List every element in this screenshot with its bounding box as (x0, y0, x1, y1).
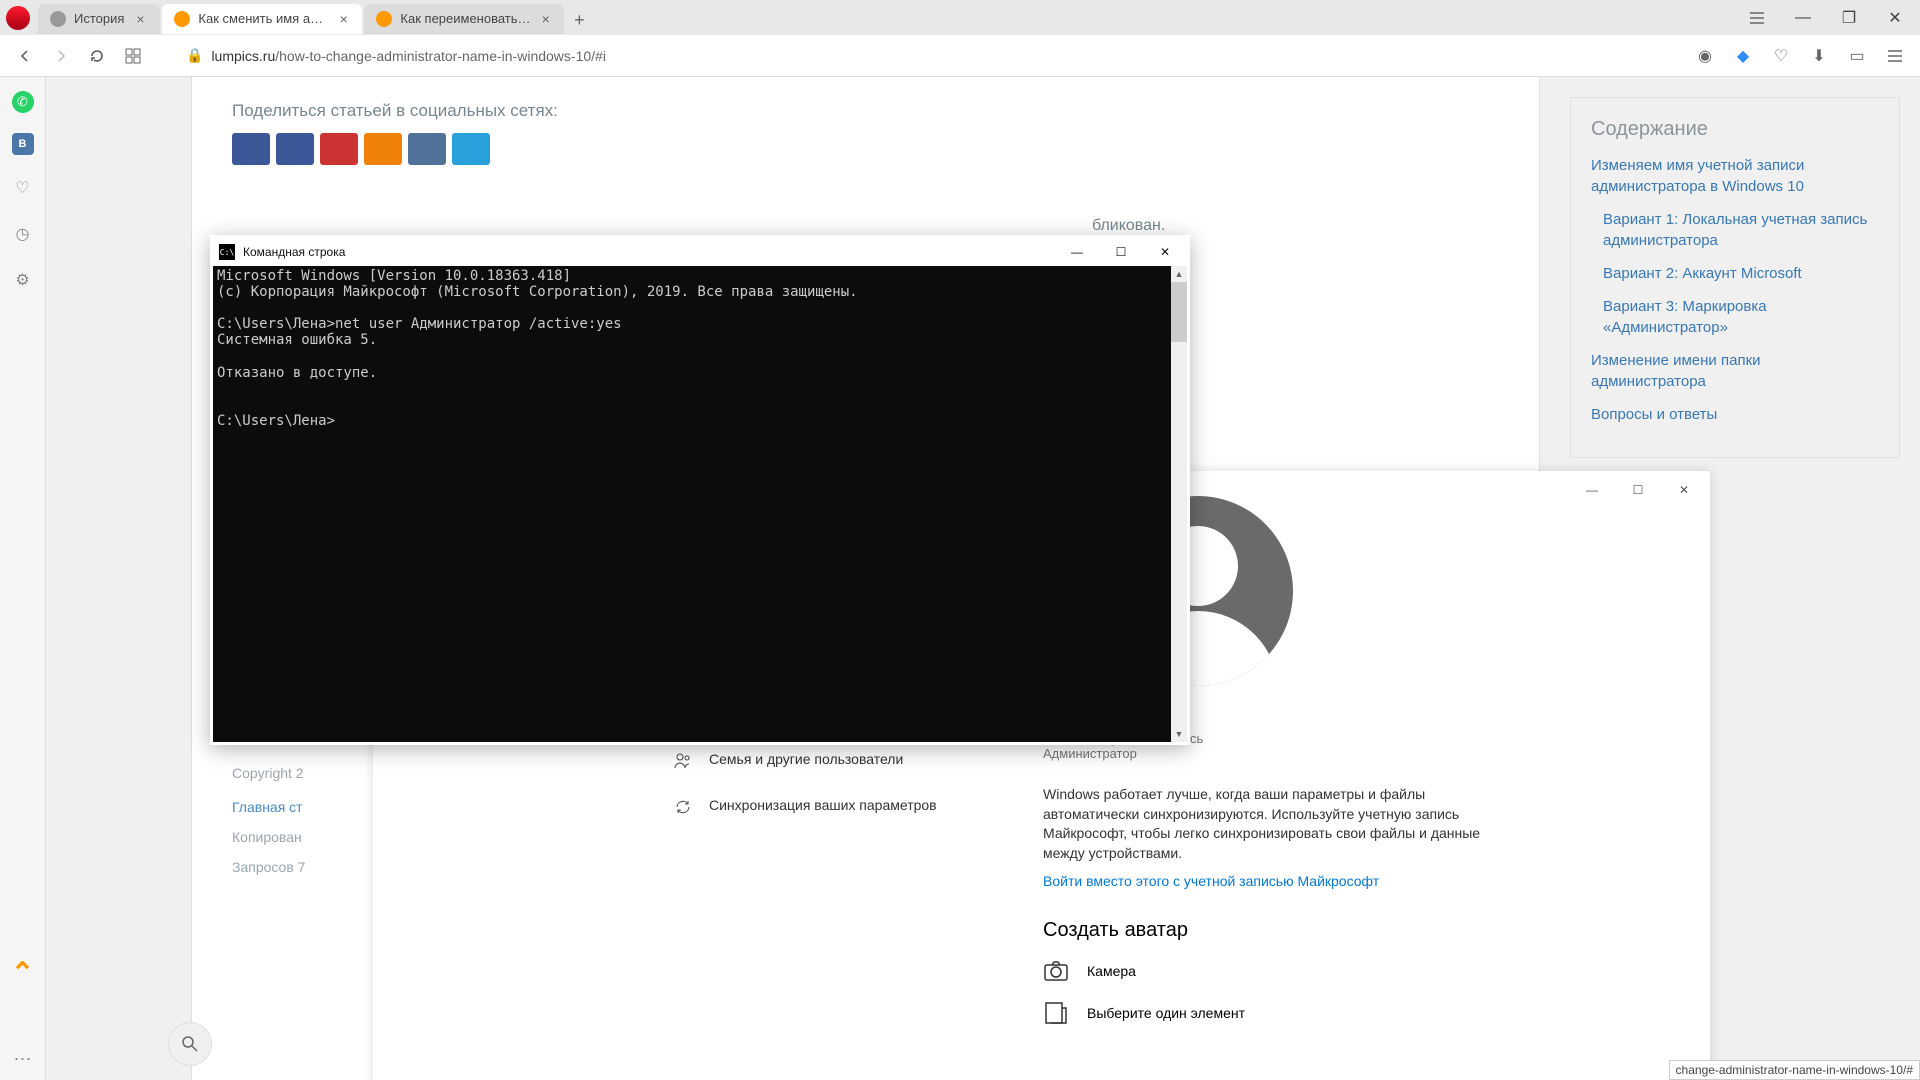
close-icon[interactable]: × (132, 11, 148, 27)
people-icon (673, 751, 693, 771)
download-icon[interactable]: ⬇ (1806, 43, 1832, 69)
scroll-down-icon[interactable]: ▼ (1171, 726, 1187, 742)
heart-icon[interactable]: ♡ (10, 175, 36, 201)
copyright-text: Copyright 2 (232, 765, 304, 781)
more-icon[interactable]: ⋯ (14, 1049, 32, 1070)
cmd-window: C:\ Командная строка — ☐ ✕ Microsoft Win… (210, 235, 1190, 745)
scroll-up-icon[interactable]: ▲ (1171, 266, 1187, 282)
ms-signin-link[interactable]: Войти вместо этого с учетной записью Май… (1043, 873, 1670, 889)
tab-label: История (74, 11, 124, 26)
gear-icon[interactable]: ⚙ (10, 267, 36, 293)
close-icon[interactable]: × (337, 11, 350, 27)
share-heading: Поделиться статьей в социальных сетях: (232, 101, 1499, 121)
toc-title: Содержание (1591, 118, 1879, 141)
easy-setup-icon[interactable] (1738, 3, 1776, 33)
maximize-icon[interactable]: ☐ (1099, 238, 1143, 266)
scroll-thumb[interactable] (1171, 282, 1187, 342)
close-icon[interactable]: × (539, 11, 553, 27)
share-red[interactable] (320, 133, 358, 165)
share-ok[interactable] (364, 133, 402, 165)
camera-icon (1043, 958, 1069, 984)
nav-family[interactable]: Семья и другие пользователи (673, 751, 983, 771)
opera-logo-icon[interactable] (6, 6, 30, 30)
close-icon[interactable]: ✕ (1876, 3, 1914, 33)
cmd-icon: C:\ (219, 244, 235, 260)
speed-dial-icon[interactable] (120, 43, 146, 69)
share-tg[interactable] (452, 133, 490, 165)
nav-sync[interactable]: Синхронизация ваших параметров (673, 797, 983, 817)
avatar-camera-row[interactable]: Камера (1043, 958, 1670, 984)
tab-history[interactable]: История × (38, 4, 160, 34)
toc-link[interactable]: Изменение имени папки администратора (1591, 350, 1879, 392)
address-bar: 🔒 lumpics.ru/how-to-change-administrator… (0, 35, 1920, 77)
url-input[interactable]: 🔒 lumpics.ru/how-to-change-administrator… (186, 47, 1682, 64)
status-bar-url: change-administrator-name-in-windows-10/… (1669, 1060, 1920, 1080)
toc-panel: Содержание Изменяем имя учетной записи а… (1570, 97, 1900, 458)
whatsapp-icon[interactable]: ✆ (12, 91, 34, 113)
browser-tabstrip: История × Как сменить имя админис × Как … (0, 0, 1920, 35)
tab-label: Как переименовать папку (400, 11, 530, 26)
minimize-icon[interactable]: — (1784, 3, 1822, 33)
cmd-titlebar[interactable]: C:\ Командная строка — ☐ ✕ (213, 238, 1187, 266)
lock-icon: 🔒 (186, 47, 203, 64)
history-icon[interactable]: ◷ (10, 221, 36, 247)
sync-icon (673, 797, 693, 817)
battery-icon[interactable]: ▭ (1844, 43, 1870, 69)
minimize-icon[interactable]: — (1055, 238, 1099, 266)
tab-rename-folder[interactable]: Как переименовать папку × (364, 4, 564, 34)
tab-change-admin[interactable]: Как сменить имя админис × (162, 4, 362, 34)
vk-icon[interactable]: B (12, 133, 34, 155)
close-icon[interactable]: ✕ (1143, 238, 1187, 266)
tab-label: Как сменить имя админис (198, 11, 329, 26)
snapshot-icon[interactable]: ◉ (1692, 43, 1718, 69)
create-avatar-title: Создать аватар (1043, 919, 1670, 942)
browse-icon (1043, 1000, 1069, 1026)
avatar-browse-row[interactable]: Выберите один элемент (1043, 1000, 1670, 1026)
reload-button[interactable] (84, 43, 110, 69)
page-content: Поделиться статьей в социальных сетях: б… (46, 77, 1920, 1080)
shield-icon[interactable]: ◆ (1730, 43, 1756, 69)
toc-link[interactable]: Вопросы и ответы (1591, 404, 1879, 425)
comment-hint-fragment: бликован. (1092, 217, 1165, 235)
toc-link[interactable]: Вариант 1: Локальная учетная запись адми… (1603, 209, 1879, 251)
new-tab-button[interactable]: + (566, 8, 592, 34)
toc-link[interactable]: Изменяем имя учетной записи администрато… (1591, 155, 1879, 197)
user-role: Администратор (1043, 746, 1670, 761)
toc-link[interactable]: Вариант 3: Маркировка «Администратор» (1603, 296, 1879, 338)
menu-icon[interactable] (1882, 43, 1908, 69)
maximize-icon[interactable]: ❐ (1830, 3, 1868, 33)
browser-sidebar: ✆ B ♡ ◷ ⚙ ⌃ ⋯ (0, 77, 46, 1080)
requests-text: Запросов 7 (232, 859, 305, 875)
share-fb[interactable] (232, 133, 270, 165)
cmd-output[interactable]: Microsoft Windows [Version 10.0.18363.41… (213, 266, 1171, 742)
search-button[interactable] (168, 1022, 212, 1066)
share-buttons (232, 133, 1499, 165)
heart-icon[interactable]: ♡ (1768, 43, 1794, 69)
settings-description: Windows работает лучше, когда ваши парам… (1043, 785, 1493, 863)
back-button[interactable] (12, 43, 38, 69)
share-vk[interactable] (408, 133, 446, 165)
toc-link[interactable]: Вариант 2: Аккаунт Microsoft (1603, 263, 1879, 284)
cmd-scrollbar[interactable]: ▲ ▼ (1171, 266, 1187, 742)
forward-button[interactable] (48, 43, 74, 69)
scroll-up-icon[interactable]: ⌃ (11, 956, 34, 989)
share-fb2[interactable] (276, 133, 314, 165)
